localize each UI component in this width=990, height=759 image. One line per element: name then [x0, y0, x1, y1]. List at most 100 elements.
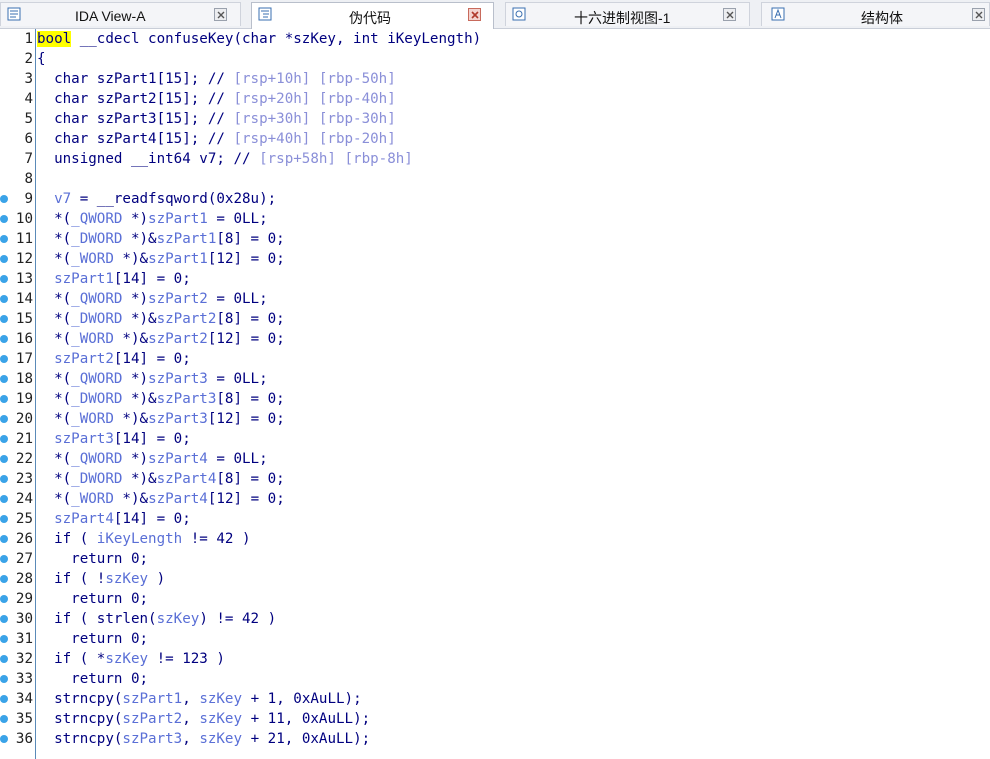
- code-line[interactable]: 22 *(_QWORD *)szPart4 = 0LL;: [0, 449, 990, 469]
- hex-view-icon: [512, 7, 526, 21]
- close-icon[interactable]: [214, 8, 227, 21]
- code-line[interactable]: 7 unsigned __int64 v7; // [rsp+58h] [rbp…: [0, 149, 990, 169]
- code-token: char szPart2[15]; //: [37, 91, 234, 107]
- identifier: _DWORD: [71, 391, 123, 407]
- code-text: *(_DWORD *)&szPart4[8] = 0;: [37, 469, 285, 489]
- code-text: szPart4[14] = 0;: [37, 509, 191, 529]
- code-line[interactable]: 26 if ( iKeyLength != 42 ): [0, 529, 990, 549]
- identifier: szKey: [199, 731, 243, 747]
- code-line[interactable]: 5 char szPart3[15]; // [rsp+30h] [rbp-30…: [0, 109, 990, 129]
- code-text: *(_WORD *)&szPart1[12] = 0;: [37, 249, 285, 269]
- code-line[interactable]: 31 return 0;: [0, 629, 990, 649]
- code-token: *(: [37, 391, 72, 407]
- code-token: if ( strlen(: [37, 611, 157, 627]
- code-line[interactable]: 9 v7 = __readfsqword(0x28u);: [0, 189, 990, 209]
- code-token: *)&: [122, 391, 157, 407]
- close-icon[interactable]: [723, 8, 736, 21]
- identifier: szPart2: [54, 351, 114, 367]
- code-line[interactable]: 8: [0, 169, 990, 189]
- code-line[interactable]: 3 char szPart1[15]; // [rsp+10h] [rbp-50…: [0, 69, 990, 89]
- code-line[interactable]: 29 return 0;: [0, 589, 990, 609]
- code-token: strncpy(: [37, 731, 123, 747]
- code-token: *(: [37, 411, 72, 427]
- code-text: v7 = __readfsqword(0x28u);: [37, 189, 276, 209]
- code-token: *(: [37, 251, 72, 267]
- identifier: szPart2: [122, 711, 183, 727]
- code-line[interactable]: 4 char szPart2[15]; // [rsp+20h] [rbp-40…: [0, 89, 990, 109]
- line-number: 19: [15, 391, 33, 407]
- code-line[interactable]: 34 strncpy(szPart1, szKey + 1, 0xAuLL);: [0, 689, 990, 709]
- code-token: strncpy(: [37, 711, 123, 727]
- code-line[interactable]: 2{: [0, 49, 990, 69]
- identifier: szKey: [105, 571, 149, 587]
- identifier: szKey: [199, 691, 243, 707]
- code-token: [12] = 0;: [207, 491, 285, 507]
- code-line[interactable]: 6 char szPart4[15]; // [rsp+40h] [rbp-20…: [0, 129, 990, 149]
- code-line[interactable]: 17 szPart2[14] = 0;: [0, 349, 990, 369]
- code-line[interactable]: 1 bool __cdecl confuseKey(char *szKey, in…: [0, 29, 990, 49]
- identifier: _QWORD: [71, 451, 123, 467]
- close-icon[interactable]: [972, 8, 985, 21]
- identifier: szKey: [199, 711, 243, 727]
- code-line[interactable]: 12 *(_WORD *)&szPart1[12] = 0;: [0, 249, 990, 269]
- code-line[interactable]: 27 return 0;: [0, 549, 990, 569]
- code-text: if ( strlen(szKey) != 42 ): [37, 609, 276, 629]
- structures-icon: [771, 7, 785, 21]
- line-number: 5: [24, 111, 33, 127]
- code-line[interactable]: 33 return 0;: [0, 669, 990, 689]
- code-token: char szPart4[15]; //: [37, 131, 234, 147]
- code-line[interactable]: 13 szPart1[14] = 0;: [0, 269, 990, 289]
- identifier: _QWORD: [71, 291, 123, 307]
- tab-ida-view-a[interactable]: IDA View-A: [0, 2, 241, 26]
- code-line[interactable]: 21 szPart3[14] = 0;: [0, 429, 990, 449]
- identifier: iKeyLength: [96, 531, 183, 547]
- identifier: _WORD: [71, 251, 114, 267]
- code-line[interactable]: 32 if ( *szKey != 123 ): [0, 649, 990, 669]
- code-token: = 0LL;: [207, 291, 268, 307]
- line-number: 14: [15, 291, 33, 307]
- code-token: if (: [37, 531, 97, 547]
- code-line[interactable]: 30 if ( strlen(szKey) != 42 ): [0, 609, 990, 629]
- tab-pseudocode[interactable]: 伪代码: [251, 2, 494, 29]
- line-number: 24: [15, 491, 33, 507]
- identifier: szPart2: [148, 291, 208, 307]
- code-line[interactable]: 11 *(_DWORD *)&szPart1[8] = 0;: [0, 229, 990, 249]
- code-line[interactable]: 23 *(_DWORD *)&szPart4[8] = 0;: [0, 469, 990, 489]
- tab-hex-view[interactable]: 十六进制视图-1: [505, 2, 750, 26]
- code-token: *)&: [122, 231, 157, 247]
- code-token: *)&: [122, 311, 157, 327]
- code-line[interactable]: 35 strncpy(szPart2, szKey + 11, 0xAuLL);: [0, 709, 990, 729]
- code-token: *(: [37, 311, 72, 327]
- code-line[interactable]: 25 szPart4[14] = 0;: [0, 509, 990, 529]
- code-line[interactable]: 19 *(_DWORD *)&szPart3[8] = 0;: [0, 389, 990, 409]
- code-line[interactable]: 16 *(_WORD *)&szPart2[12] = 0;: [0, 329, 990, 349]
- code-line[interactable]: 36 strncpy(szPart3, szKey + 21, 0xAuLL);: [0, 729, 990, 749]
- tab-structures[interactable]: 结构体: [761, 2, 990, 26]
- identifier: szPart4: [156, 471, 217, 487]
- pseudocode-editor[interactable]: 1 bool __cdecl confuseKey(char *szKey, in…: [0, 29, 990, 759]
- code-text: return 0;: [37, 549, 148, 569]
- code-token: bool: [37, 31, 72, 47]
- close-icon[interactable]: [468, 8, 481, 21]
- code-line[interactable]: 10 *(_QWORD *)szPart1 = 0LL;: [0, 209, 990, 229]
- identifier: szPart2: [148, 331, 208, 347]
- line-number: 15: [15, 311, 33, 327]
- code-line[interactable]: 14 *(_QWORD *)szPart2 = 0LL;: [0, 289, 990, 309]
- code-line[interactable]: 24 *(_WORD *)&szPart4[12] = 0;: [0, 489, 990, 509]
- code-line[interactable]: 20 *(_WORD *)&szPart3[12] = 0;: [0, 409, 990, 429]
- code-line[interactable]: 18 *(_QWORD *)szPart3 = 0LL;: [0, 369, 990, 389]
- stack-offset-comment: [rsp+30h] [rbp-30h]: [233, 111, 396, 127]
- code-token: ,: [182, 711, 200, 727]
- code-text: *(_DWORD *)&szPart1[8] = 0;: [37, 229, 285, 249]
- identifier: szPart3: [148, 411, 208, 427]
- code-token: *): [122, 451, 149, 467]
- line-number: 17: [15, 351, 33, 367]
- identifier: szPart1: [54, 271, 114, 287]
- code-text: if ( iKeyLength != 42 ): [37, 529, 250, 549]
- code-line[interactable]: 28 if ( !szKey ): [0, 569, 990, 589]
- identifier: szKey: [105, 651, 149, 667]
- code-token: *(: [37, 371, 72, 387]
- code-text: *(_DWORD *)&szPart2[8] = 0;: [37, 309, 285, 329]
- code-line[interactable]: 15 *(_DWORD *)&szPart2[8] = 0;: [0, 309, 990, 329]
- code-token: *): [122, 371, 149, 387]
